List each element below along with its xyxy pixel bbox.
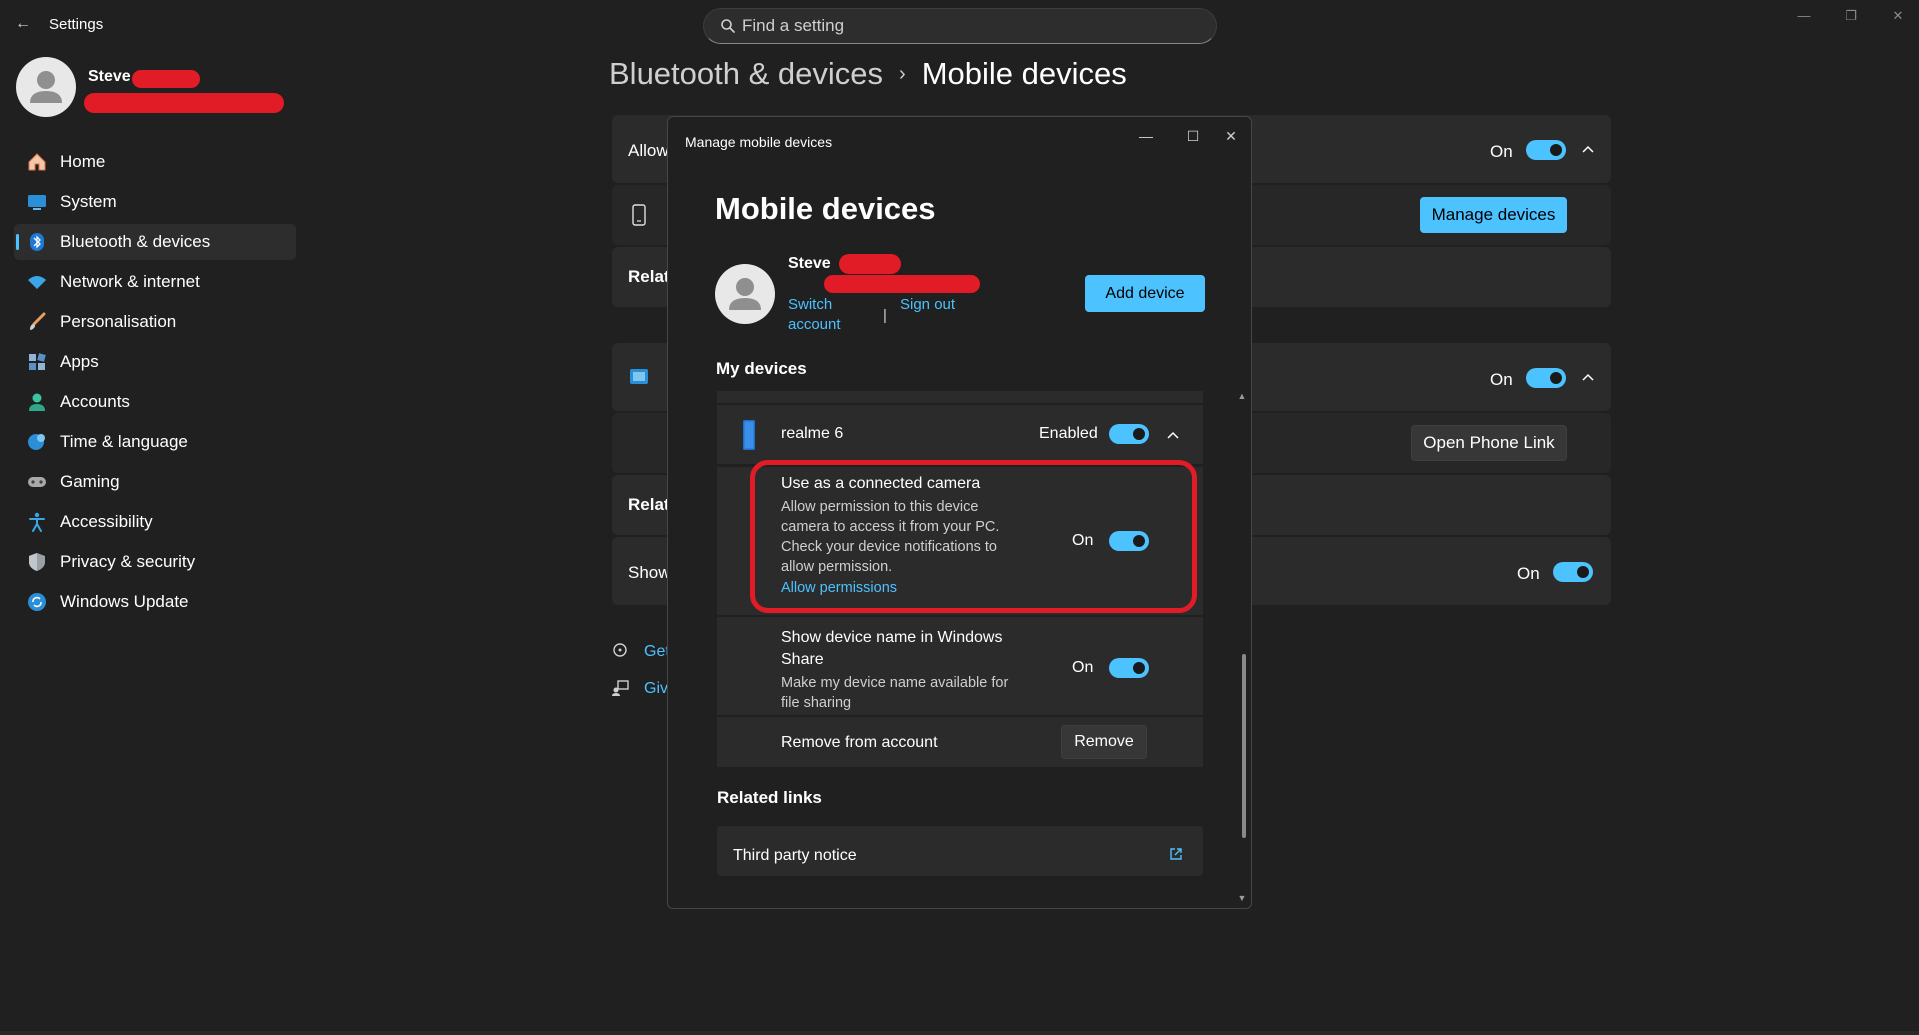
gamepad-icon bbox=[26, 471, 48, 493]
breadcrumb-parent[interactable]: Bluetooth & devices bbox=[609, 56, 883, 92]
sidebar-item-windows-update[interactable]: Windows Update bbox=[14, 584, 296, 620]
remove-account-row: Remove from account Remove bbox=[717, 717, 1203, 767]
device-status: Enabled bbox=[1039, 425, 1098, 442]
redaction-mark bbox=[132, 70, 200, 88]
feedback-icon bbox=[612, 680, 629, 696]
third-party-notice-row[interactable]: Third party notice bbox=[717, 826, 1203, 876]
accessibility-icon bbox=[26, 511, 48, 533]
related-links-title: Related links bbox=[717, 788, 822, 807]
phone-icon bbox=[632, 204, 646, 226]
user-avatar[interactable] bbox=[16, 57, 76, 117]
search-icon bbox=[721, 19, 735, 33]
windows-share-row: Show device name in Windows Share Make m… bbox=[717, 617, 1203, 715]
sidebar-item-system[interactable]: System bbox=[14, 184, 296, 220]
link-separator: | bbox=[883, 307, 887, 324]
sign-out-link[interactable]: Sign out bbox=[900, 295, 955, 315]
dialog-heading: Mobile devices bbox=[715, 191, 936, 226]
app-title: Settings bbox=[49, 16, 104, 33]
device-header-row[interactable]: realme 6 Enabled bbox=[717, 405, 1203, 465]
remove-label: Remove from account bbox=[781, 734, 938, 751]
sidebar-nav: Home System Bluetooth & devices Network … bbox=[14, 144, 296, 624]
external-link-icon bbox=[1170, 848, 1182, 860]
person-icon bbox=[729, 278, 761, 310]
switch-account-link[interactable]: Switch account bbox=[788, 295, 841, 335]
annotation-highlight bbox=[750, 460, 1197, 613]
share-description: Make my device name available for file s… bbox=[781, 675, 1009, 711]
dialog-user-name: Steve bbox=[788, 255, 831, 272]
show-suggestions-toggle[interactable] bbox=[1553, 562, 1593, 582]
minimize-icon[interactable]: — bbox=[1786, 6, 1822, 26]
manage-devices-button[interactable]: Manage devices bbox=[1420, 197, 1567, 233]
close-window-icon[interactable]: ✕ bbox=[1880, 6, 1916, 26]
brush-icon bbox=[26, 311, 48, 333]
accounts-icon bbox=[26, 391, 48, 413]
redaction-mark bbox=[824, 275, 980, 293]
share-title: Show device name in Windows Share bbox=[781, 629, 1003, 668]
open-phone-link-button[interactable]: Open Phone Link bbox=[1411, 425, 1567, 461]
redaction-mark bbox=[839, 254, 901, 274]
title-bar: ← Settings — ❐ ✕ bbox=[0, 0, 1919, 48]
list-top-edge bbox=[717, 391, 1203, 403]
give-feedback-link[interactable]: Giv bbox=[644, 680, 668, 698]
sidebar-item-accessibility[interactable]: Accessibility bbox=[14, 504, 296, 540]
share-state: On bbox=[1072, 659, 1094, 676]
dialog-title: Manage mobile devices bbox=[685, 134, 833, 150]
close-icon[interactable]: ✕ bbox=[1214, 123, 1248, 149]
sidebar-item-privacy-security[interactable]: Privacy & security bbox=[14, 544, 296, 580]
maximize-icon[interactable]: ☐ bbox=[1176, 123, 1210, 149]
scrollbar-thumb[interactable] bbox=[1242, 654, 1246, 838]
device-name: realme 6 bbox=[781, 425, 844, 442]
wifi-icon bbox=[26, 271, 48, 293]
redaction-mark bbox=[84, 93, 284, 113]
share-toggle[interactable] bbox=[1109, 658, 1149, 678]
shield-icon bbox=[26, 551, 48, 573]
sidebar-item-network[interactable]: Network & internet bbox=[14, 264, 296, 300]
breadcrumb: Bluetooth & devices › Mobile devices bbox=[609, 56, 1127, 92]
help-icon bbox=[613, 643, 627, 657]
sidebar-item-time-language[interactable]: Time & language bbox=[14, 424, 296, 460]
user-name: Steve bbox=[88, 68, 131, 85]
phone-access-toggle[interactable] bbox=[1526, 140, 1566, 160]
sidebar-item-home[interactable]: Home bbox=[14, 144, 296, 180]
back-arrow-icon[interactable]: ← bbox=[10, 12, 36, 36]
globe-clock-icon bbox=[26, 431, 48, 453]
scroll-down-arrow-icon[interactable]: ▼ bbox=[1237, 893, 1247, 903]
device-enabled-toggle[interactable] bbox=[1109, 424, 1149, 444]
apps-icon bbox=[26, 351, 48, 373]
restore-icon[interactable]: ❐ bbox=[1833, 6, 1869, 26]
sidebar-item-personalisation[interactable]: Personalisation bbox=[14, 304, 296, 340]
search-box[interactable] bbox=[703, 8, 1217, 44]
bluetooth-icon bbox=[26, 231, 48, 253]
search-input[interactable] bbox=[742, 15, 1202, 37]
my-devices-title: My devices bbox=[716, 359, 807, 378]
phone-device-icon bbox=[743, 420, 755, 450]
bottom-edge bbox=[0, 1031, 1919, 1035]
person-icon bbox=[30, 71, 62, 103]
phone-link-toggle[interactable] bbox=[1526, 368, 1566, 388]
sidebar-item-apps[interactable]: Apps bbox=[14, 344, 296, 380]
chevron-right-icon: › bbox=[899, 62, 906, 85]
chevron-up-icon[interactable] bbox=[1165, 428, 1181, 444]
user-avatar bbox=[715, 264, 775, 324]
home-icon bbox=[26, 151, 48, 173]
update-icon bbox=[26, 591, 48, 613]
chevron-up-icon[interactable] bbox=[1580, 370, 1596, 386]
add-device-button[interactable]: Add device bbox=[1085, 275, 1205, 312]
sidebar-item-bluetooth-devices[interactable]: Bluetooth & devices bbox=[14, 224, 296, 260]
page-title: Mobile devices bbox=[921, 56, 1127, 91]
system-icon bbox=[26, 191, 48, 213]
third-party-notice-label: Third party notice bbox=[733, 847, 857, 864]
minimize-icon[interactable]: — bbox=[1129, 123, 1163, 149]
phone-link-icon bbox=[630, 369, 648, 384]
remove-button[interactable]: Remove bbox=[1061, 725, 1147, 759]
scroll-up-arrow-icon[interactable]: ▲ bbox=[1237, 391, 1247, 401]
chevron-up-icon[interactable] bbox=[1580, 142, 1596, 158]
sidebar-item-gaming[interactable]: Gaming bbox=[14, 464, 296, 500]
get-help-link[interactable]: Get bbox=[644, 643, 670, 661]
sidebar-item-accounts[interactable]: Accounts bbox=[14, 384, 296, 420]
